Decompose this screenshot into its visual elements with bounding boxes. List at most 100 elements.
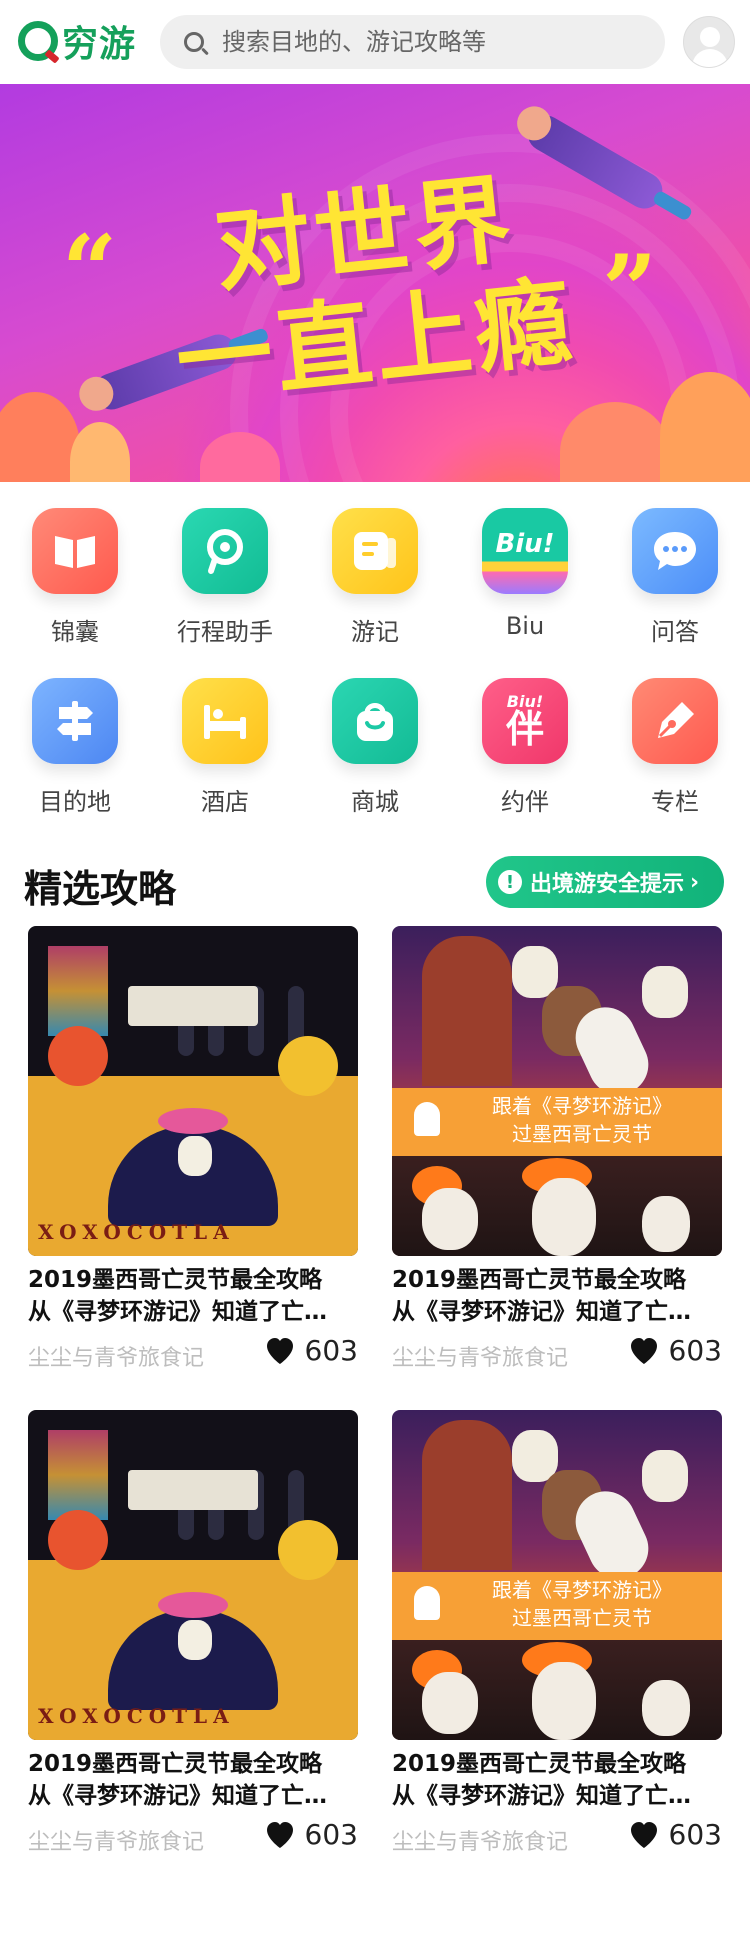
- heart-icon: [266, 1337, 293, 1364]
- article-card[interactable]: XOXOCOTLA 2019墨西哥亡灵节最全攻略 从《寻梦环游记》知道了亡… 尘…: [28, 926, 358, 1386]
- category-qa[interactable]: 问答: [600, 490, 750, 650]
- category-destination[interactable]: 目的地: [0, 660, 150, 820]
- search-input[interactable]: [222, 28, 642, 56]
- book-icon: [32, 508, 118, 594]
- article-title-line2: 从《寻梦环游记》知道了亡…: [392, 1783, 691, 1809]
- chat-bubble-icon: [632, 508, 718, 594]
- promo-banner[interactable]: “ 对世界 一直上瘾 ”: [0, 84, 750, 482]
- heart-icon: [630, 1821, 657, 1848]
- article-title-line1: 2019墨西哥亡灵节最全攻略: [392, 1751, 687, 1777]
- category-label: 目的地: [39, 788, 111, 816]
- category-companion[interactable]: Biu! 伴 约伴: [450, 660, 600, 820]
- article-card[interactable]: XOXOCOTLA 2019墨西哥亡灵节最全攻略 从《寻梦环游记》知道了亡… 尘…: [28, 1410, 358, 1870]
- promo-strip-text: 跟着《寻梦环游记》 过墨西哥亡灵节: [452, 1092, 712, 1148]
- like-count[interactable]: 603: [629, 1818, 722, 1851]
- skeleton-character: [642, 966, 688, 1018]
- article-title[interactable]: 2019墨西哥亡灵节最全攻略 从《寻梦环游记》知道了亡…: [392, 1264, 722, 1328]
- ghost-icon: [414, 1586, 440, 1620]
- category-label: Biu: [505, 612, 545, 640]
- category-travelogue[interactable]: 游记: [300, 490, 450, 650]
- skeleton-character: [642, 1450, 688, 1502]
- painted-face: [532, 1662, 596, 1740]
- article-title[interactable]: 2019墨西哥亡灵节最全攻略 从《寻梦环游记》知道了亡…: [28, 1264, 358, 1328]
- category-label: 约伴: [501, 788, 549, 816]
- article-author[interactable]: 尘尘与青爷旅食记: [28, 1824, 204, 1856]
- coral-shape: [70, 422, 130, 482]
- altar-lettering: XOXOCOTLA: [38, 1220, 235, 1244]
- article-author[interactable]: 尘尘与青爷旅食记: [392, 1340, 568, 1372]
- article-title-line1: 2019墨西哥亡灵节最全攻略: [28, 1267, 323, 1293]
- category-label: 酒店: [201, 788, 249, 816]
- promo-strip-line2: 过墨西哥亡灵节: [512, 1122, 652, 1146]
- category-guidebook[interactable]: 锦囊: [0, 490, 150, 650]
- catrina-face: [178, 1620, 212, 1660]
- article-image[interactable]: 跟着《寻梦环游记》 过墨西哥亡灵节: [392, 926, 722, 1256]
- painted-face: [642, 1680, 690, 1736]
- article-card[interactable]: 跟着《寻梦环游记》 过墨西哥亡灵节 2019墨西哥亡灵节最全攻略 从《寻梦环游记…: [392, 926, 722, 1386]
- like-count-value: 603: [304, 1334, 358, 1367]
- catrina-face: [178, 1136, 212, 1176]
- painted-face: [642, 1196, 690, 1252]
- article-title-line1: 2019墨西哥亡灵节最全攻略: [28, 1751, 323, 1777]
- article-card[interactable]: 跟着《寻梦环游记》 过墨西哥亡灵节 2019墨西哥亡灵节最全攻略 从《寻梦环游记…: [392, 1410, 722, 1870]
- alert-icon: !: [498, 870, 522, 894]
- companion-icon: Biu! 伴: [482, 678, 568, 764]
- biu-glyph: Biu!: [495, 529, 555, 559]
- like-count-value: 603: [668, 1334, 722, 1367]
- app-logo[interactable]: 穷游: [18, 16, 136, 66]
- signpost-icon: [32, 678, 118, 764]
- papel-picado-flag: [48, 946, 108, 1036]
- church-background: [422, 1420, 512, 1570]
- like-count[interactable]: 603: [265, 1334, 358, 1367]
- coral-shape: [0, 392, 80, 482]
- article-title-line2: 从《寻梦环游记》知道了亡…: [392, 1299, 691, 1325]
- avatar[interactable]: [683, 16, 735, 68]
- catrina-hat: [158, 1108, 228, 1134]
- like-count[interactable]: 603: [629, 1334, 722, 1367]
- article-author[interactable]: 尘尘与青爷旅食记: [392, 1824, 568, 1856]
- article-image[interactable]: XOXOCOTLA: [28, 926, 358, 1256]
- article-title[interactable]: 2019墨西哥亡灵节最全攻略 从《寻梦环游记》知道了亡…: [28, 1748, 358, 1812]
- heart-icon: [630, 1337, 657, 1364]
- flower-bunch: [278, 1036, 338, 1096]
- banner-quote-close: ”: [602, 234, 658, 347]
- promo-strip-text: 跟着《寻梦环游记》 过墨西哥亡灵节: [452, 1576, 712, 1632]
- altar-table: [128, 986, 258, 1026]
- logo-text: 穷游: [62, 24, 137, 65]
- biu-icon: Biu!: [482, 508, 568, 594]
- note-icon: [332, 508, 418, 594]
- flower-bunch: [48, 1026, 108, 1086]
- article-title[interactable]: 2019墨西哥亡灵节最全攻略 从《寻梦环游记》知道了亡…: [392, 1748, 722, 1812]
- promo-strip-line2: 过墨西哥亡灵节: [512, 1606, 652, 1630]
- category-label: 锦囊: [51, 618, 99, 646]
- papel-picado-flag: [48, 1430, 108, 1520]
- category-label: 游记: [351, 618, 399, 646]
- like-count-value: 603: [304, 1818, 358, 1851]
- article-image[interactable]: XOXOCOTLA: [28, 1410, 358, 1740]
- category-mall[interactable]: 商城: [300, 660, 450, 820]
- avatar-body-icon: [692, 49, 728, 67]
- search-bar[interactable]: [160, 15, 665, 69]
- article-image[interactable]: 跟着《寻梦环游记》 过墨西哥亡灵节: [392, 1410, 722, 1740]
- category-label: 行程助手: [177, 618, 273, 646]
- altar-lettering: XOXOCOTLA: [38, 1704, 235, 1728]
- travel-safety-button[interactable]: ! 出境游安全提示 ›: [486, 856, 724, 908]
- catrina-hat: [158, 1592, 228, 1618]
- category-column[interactable]: 专栏: [600, 660, 750, 820]
- promo-strip-line1: 跟着《寻梦环游记》: [492, 1094, 672, 1118]
- safety-button-label: 出境游安全提示: [530, 872, 685, 897]
- painted-face: [422, 1188, 478, 1250]
- painted-face: [532, 1178, 596, 1256]
- category-trip-planner[interactable]: 行程助手: [150, 490, 300, 650]
- logo-q-icon: [18, 21, 58, 61]
- article-title-line2: 从《寻梦环游记》知道了亡…: [28, 1299, 327, 1325]
- article-title-line2: 从《寻梦环游记》知道了亡…: [28, 1783, 327, 1809]
- category-biu[interactable]: Biu! Biu: [450, 490, 600, 650]
- article-author[interactable]: 尘尘与青爷旅食记: [28, 1340, 204, 1372]
- church-background: [422, 936, 512, 1086]
- chevron-right-icon: ›: [690, 869, 700, 895]
- category-label: 商城: [351, 788, 399, 816]
- category-hotel[interactable]: 酒店: [150, 660, 300, 820]
- flower-bunch: [278, 1520, 338, 1580]
- like-count[interactable]: 603: [265, 1818, 358, 1851]
